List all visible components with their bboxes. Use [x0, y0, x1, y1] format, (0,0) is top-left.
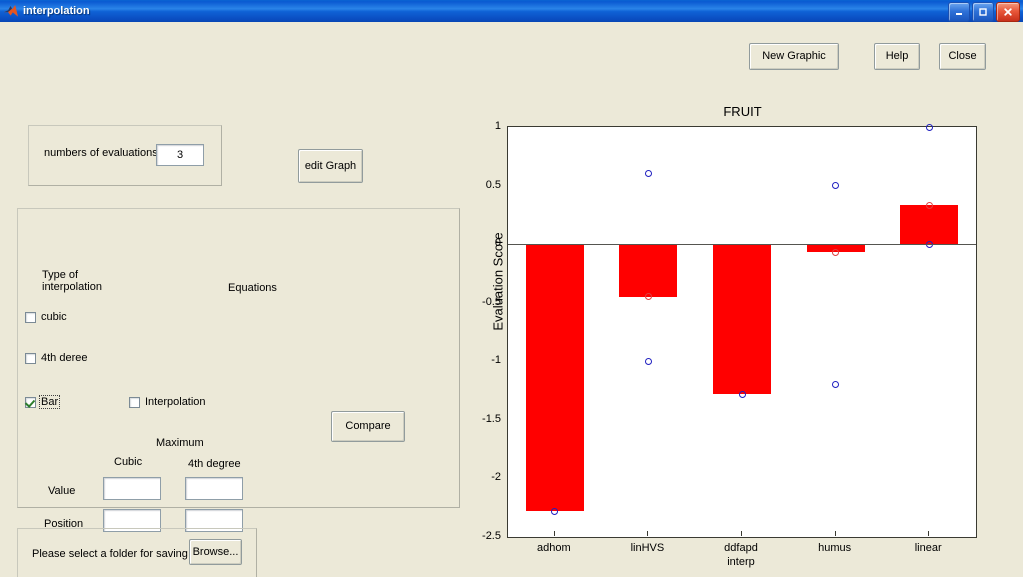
chart-marker [644, 170, 652, 178]
chart-marker [832, 248, 840, 256]
fourth-degree-label: 4th deree [41, 352, 88, 364]
chart-plot-area [507, 123, 977, 538]
chart-y-tick-label: 1 [494, 120, 501, 132]
chart-y-tick-label: 0 [494, 237, 501, 250]
evaluations-label: numbers of evaluations : [44, 147, 164, 159]
chart-y-tick-label: -1.5 [482, 412, 501, 425]
window-controls [948, 2, 1020, 22]
chart-x-tick-mark [834, 531, 836, 536]
chart-y-tick-label: -1 [491, 354, 501, 367]
cubic-checkbox-box[interactable] [25, 311, 36, 323]
chart-marker [738, 390, 746, 398]
maximum-column-fourth-degree: 4th degree [188, 458, 241, 470]
interpolation-label: Interpolation [145, 396, 206, 408]
checkbox-4th-degree[interactable]: 4th deree [25, 352, 88, 364]
window-body: New Graphic Help Close numbers of evalua… [0, 22, 1023, 577]
chart: FRUIT Evaluation Score 1 0.5 0 -0.5 -1 -1.5 -2… [470, 82, 1015, 577]
maximum-value-cubic-input[interactable] [103, 477, 161, 500]
chart-bar [619, 244, 678, 297]
chart-y-tick-label: -0.5 [482, 295, 501, 308]
matlab-icon [3, 3, 19, 19]
chart-marker [644, 293, 652, 301]
chart-marker [925, 123, 933, 131]
checkbox-bar[interactable]: Bar [25, 395, 61, 409]
save-folder-label: Please select a folder for saving data [32, 548, 213, 560]
chart-x-tick-label: humus [818, 542, 852, 554]
title-bar: interpolation [0, 0, 1023, 23]
chart-marker [832, 182, 840, 190]
type-of-interpolation-header: Type of interpolation [42, 269, 102, 293]
chart-marker [644, 357, 652, 365]
chart-bar [525, 244, 584, 512]
close-button[interactable] [996, 2, 1020, 22]
help-button[interactable]: Help [874, 43, 920, 70]
chart-bar [712, 244, 771, 395]
chart-x-tick-label: linHVS [630, 542, 665, 554]
close-dialog-button[interactable]: Close [939, 43, 986, 70]
bar-checkbox-box[interactable] [25, 396, 36, 408]
chart-title: FRUIT [723, 104, 762, 119]
maximum-column-cubic: Cubic [114, 456, 143, 468]
equations-header: Equations [228, 282, 277, 294]
compare-button[interactable]: Compare [331, 411, 405, 442]
checkbox-interpolation[interactable]: Interpolation [129, 396, 207, 408]
maximum-row-value-label: Value [48, 485, 76, 497]
chart-marker [832, 381, 840, 389]
chart-marker [551, 507, 559, 515]
evaluations-input[interactable]: 3 [156, 144, 204, 166]
chart-x-tick-mark [553, 531, 555, 536]
fourth-degree-checkbox-box[interactable] [25, 352, 36, 364]
chart-zero-line [508, 244, 976, 246]
chart-marker [925, 201, 933, 209]
interpolation-checkbox-box[interactable] [129, 396, 140, 408]
chart-y-tick-label: 0.5 [485, 178, 501, 191]
chart-x-tick-mark [647, 531, 649, 536]
chart-x-tick-label: adhom [536, 542, 571, 554]
checkbox-cubic[interactable]: cubic [25, 311, 68, 323]
maximum-value-fourth-input[interactable] [185, 477, 243, 500]
chart-x-tick-mark [928, 531, 930, 536]
application-window: interpolation New Graphic Help Close num… [0, 0, 1023, 577]
maximum-header: Maximum [156, 437, 204, 449]
chart-x-tick-label: ddfapd interp [724, 542, 758, 568]
maximize-button[interactable] [972, 2, 994, 22]
chart-bar [900, 205, 959, 245]
edit-graph-button[interactable]: edit Graph [298, 149, 363, 183]
new-graphic-button[interactable]: New Graphic [749, 43, 839, 70]
chart-y-axis-label: Evaluation Score [490, 232, 506, 331]
bar-label: Bar [38, 395, 61, 409]
cubic-label: cubic [41, 311, 67, 323]
minimize-button[interactable] [948, 2, 970, 22]
chart-y-tick-label: -2.5 [482, 530, 501, 542]
chart-x-tick-label: linear [914, 542, 942, 554]
window-title: interpolation [23, 5, 90, 17]
browse-button[interactable]: Browse... [189, 539, 242, 565]
chart-x-tick-mark [741, 531, 742, 536]
chart-y-tick-label: -2 [491, 471, 501, 484]
